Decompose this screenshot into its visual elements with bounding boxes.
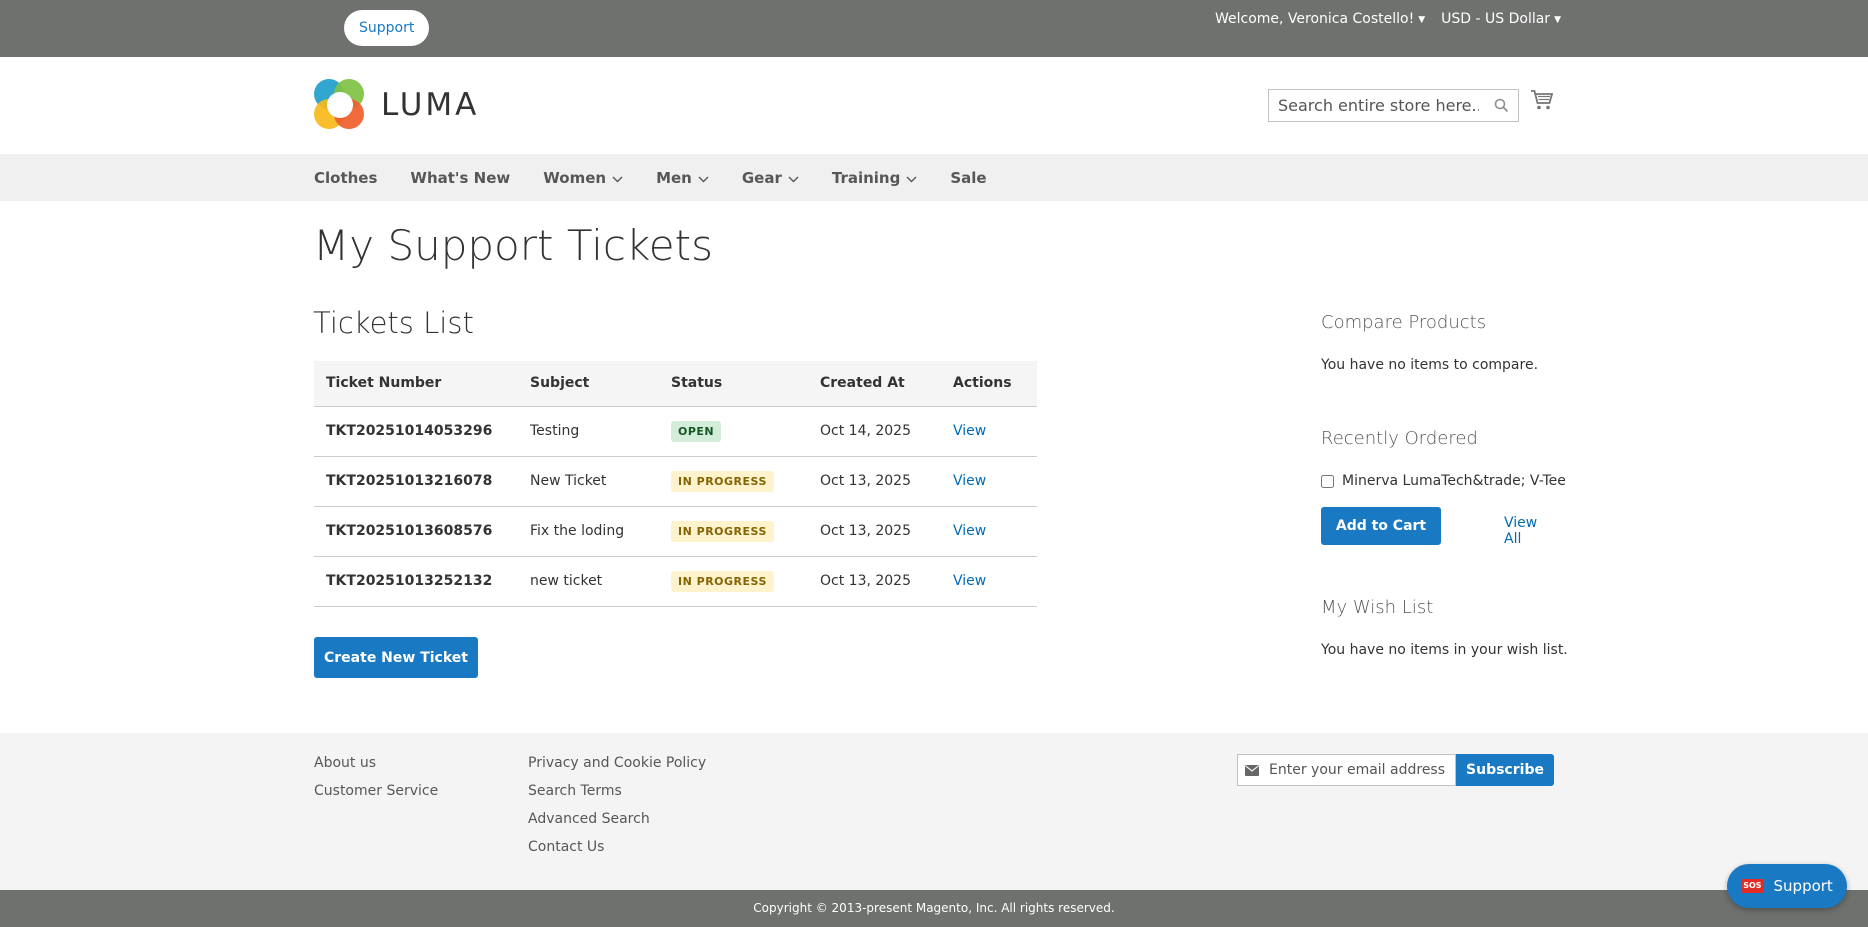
luma-logo[interactable]: LUMA	[314, 79, 479, 131]
recent-item-checkbox[interactable]	[1321, 474, 1334, 488]
newsletter-field	[1237, 754, 1456, 786]
wishlist-empty-text: You have no items in your wish list.	[1321, 642, 1568, 658]
ticket-created: Oct 13, 2025	[808, 456, 941, 507]
chevron-down-icon	[698, 169, 709, 187]
floating-support-label: Support	[1773, 877, 1833, 895]
footer-link[interactable]: About us	[314, 753, 438, 781]
compare-title: Compare Products	[1321, 312, 1487, 333]
footer-link[interactable]: Contact Us	[528, 837, 706, 865]
ticket-created: Oct 13, 2025	[808, 506, 941, 557]
page-title: My Support Tickets	[313, 221, 713, 270]
envelope-icon	[1245, 761, 1259, 780]
floating-support-button[interactable]: SOS Support	[1727, 864, 1847, 908]
table-row: TKT20251014053296 Testing OPEN Oct 14, 2…	[314, 406, 1037, 457]
footer-link[interactable]: Search Terms	[528, 781, 706, 809]
sos-icon: SOS	[1741, 879, 1764, 893]
recently-ordered-title: Recently Ordered	[1321, 428, 1478, 449]
column-header: Subject	[518, 361, 659, 407]
main-nav: Clothes What's New Women Men Gear Traini…	[0, 154, 1868, 201]
currency-switcher[interactable]: USD - US Dollar ▼	[1441, 11, 1561, 27]
ticket-subject: Testing	[518, 406, 659, 457]
search-input[interactable]	[1269, 90, 1479, 121]
ticket-subject: New Ticket	[518, 456, 659, 507]
search-icon[interactable]	[1494, 98, 1509, 117]
chevron-down-icon	[906, 169, 917, 187]
currency-text: USD - US Dollar	[1441, 11, 1551, 27]
footer-links-col1: About us Customer Service	[314, 753, 438, 809]
column-header: Ticket Number	[314, 361, 518, 407]
footer-link[interactable]: Advanced Search	[528, 809, 706, 837]
ticket-number: TKT20251013216078	[314, 456, 518, 507]
table-row: TKT20251013252132 new ticket IN PROGRESS…	[314, 556, 1037, 607]
ticket-number: TKT20251014053296	[314, 406, 518, 457]
table-row: TKT20251013216078 New Ticket IN PROGRESS…	[314, 456, 1037, 507]
chevron-down-icon: ▼	[1554, 15, 1561, 25]
newsletter-email-input[interactable]	[1269, 762, 1449, 778]
wishlist-title: My Wish List	[1321, 597, 1434, 618]
ticket-number: TKT20251013252132	[314, 556, 518, 607]
nav-label: Men	[656, 168, 692, 187]
logo-text: LUMA	[381, 87, 480, 123]
view-all-link[interactable]: View All	[1504, 515, 1556, 547]
top-bar-right: Welcome, Veronica Costello! ▼ USD - US Do…	[1215, 11, 1561, 27]
nav-label: Clothes	[314, 168, 378, 187]
nav-item-training[interactable]: Training	[832, 169, 917, 187]
tickets-table: Ticket Number Subject Status Created At …	[314, 361, 1037, 607]
view-ticket-link[interactable]: View	[953, 473, 986, 489]
recent-order-item: Minerva LumaTech&trade; V-Tee	[1321, 473, 1566, 489]
ticket-number: TKT20251013608576	[314, 506, 518, 557]
subscribe-button[interactable]: Subscribe	[1456, 754, 1554, 786]
footer-link[interactable]: Customer Service	[314, 781, 438, 809]
header: LUMA	[0, 57, 1868, 154]
chevron-down-icon	[612, 169, 623, 187]
search-box	[1268, 89, 1519, 122]
footer: About us Customer Service Privacy and Co…	[0, 733, 1868, 890]
create-ticket-button[interactable]: Create New Ticket	[314, 637, 478, 678]
view-ticket-link[interactable]: View	[953, 523, 986, 539]
cart-icon[interactable]	[1530, 89, 1554, 115]
status-badge: OPEN	[671, 420, 722, 442]
add-to-cart-button[interactable]: Add to Cart	[1321, 507, 1441, 545]
nav-label: Training	[831, 168, 901, 187]
view-ticket-link[interactable]: View	[953, 573, 986, 589]
recent-item-name[interactable]: Minerva LumaTech&trade; V-Tee	[1342, 473, 1566, 489]
nav-label: Gear	[741, 168, 782, 187]
ticket-subject: Fix the loding	[518, 506, 659, 557]
newsletter-form: Subscribe	[1237, 754, 1554, 786]
view-ticket-link[interactable]: View	[953, 423, 986, 439]
nav-item-whats-new[interactable]: What's New	[410, 169, 510, 187]
chevron-down-icon	[788, 169, 799, 187]
nav-item-sale[interactable]: Sale	[950, 169, 986, 187]
nav-item-women[interactable]: Women	[543, 169, 623, 187]
nav-item-clothes[interactable]: Clothes	[314, 169, 377, 187]
footer-links-col2: Privacy and Cookie Policy Search Terms A…	[528, 753, 706, 865]
top-bar: Support Welcome, Veronica Costello! ▼ USD…	[0, 0, 1868, 57]
nav-label: Women	[543, 168, 607, 187]
status-badge: IN PROGRESS	[671, 570, 774, 592]
logo-icon	[314, 79, 366, 131]
status-badge: IN PROGRESS	[671, 470, 774, 492]
nav-item-men[interactable]: Men	[656, 169, 709, 187]
welcome-menu[interactable]: Welcome, Veronica Costello! ▼	[1215, 11, 1425, 27]
nav-label: Sale	[950, 168, 987, 187]
ticket-created: Oct 14, 2025	[808, 406, 941, 457]
support-link[interactable]: Support	[344, 10, 430, 46]
table-row: TKT20251013608576 Fix the loding IN PROG…	[314, 506, 1037, 557]
column-header: Status	[659, 361, 808, 407]
copyright: Copyright © 2013-present Magento, Inc. A…	[0, 890, 1868, 927]
compare-empty-text: You have no items to compare.	[1321, 357, 1539, 373]
status-badge: IN PROGRESS	[671, 520, 774, 542]
table-header-row: Ticket Number Subject Status Created At …	[314, 361, 1037, 407]
nav-label: What's New	[410, 168, 511, 187]
section-title: Tickets List	[313, 306, 474, 340]
chevron-down-icon: ▼	[1418, 15, 1426, 25]
column-header: Actions	[941, 361, 1037, 407]
nav-item-gear[interactable]: Gear	[742, 169, 799, 187]
column-header: Created At	[808, 361, 941, 407]
footer-link[interactable]: Privacy and Cookie Policy	[528, 753, 706, 781]
ticket-subject: new ticket	[518, 556, 659, 607]
ticket-created: Oct 13, 2025	[808, 556, 941, 607]
welcome-text: Welcome, Veronica Costello!	[1214, 11, 1415, 27]
